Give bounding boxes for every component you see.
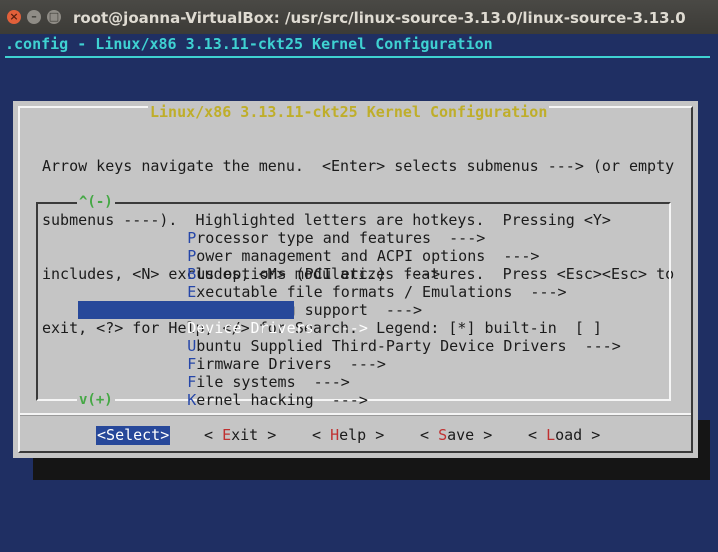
menu-item-bus-options[interactable]: Bus options (PCI etc.) ---> (78, 247, 668, 283)
minimize-window-icon[interactable]: – (27, 10, 41, 24)
terminal-area[interactable]: .config - Linux/x86 3.13.11-ckt25 Kernel… (0, 34, 718, 480)
button-bracket: > (582, 426, 601, 444)
button-label: ave (447, 426, 475, 444)
button-label: oad (555, 426, 583, 444)
header-rule (5, 56, 710, 58)
close-window-icon[interactable]: × (7, 10, 21, 24)
menu-item-firmware-drivers[interactable]: Firmware Drivers ---> (78, 337, 668, 373)
menu-item-kernel-hacking[interactable]: Kernel hacking ---> (78, 373, 668, 409)
menu-item-hotkey: K (187, 391, 197, 409)
menu-item-power-management[interactable]: Power management and ACPI options ---> (78, 229, 668, 265)
button-hotkey: S (438, 426, 448, 444)
button-bracket: > (160, 426, 170, 444)
button-hotkey: H (330, 426, 340, 444)
menu-item-networking-support[interactable]: -*-NeNetworking support ---> (78, 283, 668, 319)
help-line: Arrow keys navigate the menu. <Enter> se… (42, 157, 675, 175)
config-header: .config - Linux/x86 3.13.11-ckt25 Kernel… (5, 35, 493, 53)
menu-list: Processor type and features ---> Power m… (78, 211, 668, 409)
button-bracket: < (528, 426, 547, 444)
button-hotkey: S (106, 426, 116, 444)
exit-button[interactable]: < Exit > (204, 426, 276, 445)
button-hotkey: L (546, 426, 556, 444)
maximize-window-icon[interactable]: □ (47, 10, 61, 24)
load-button[interactable]: < Load > (528, 426, 600, 445)
button-row: <Select> < Exit > < Help > < Save > < Lo… (96, 426, 600, 552)
button-bracket: < (420, 426, 439, 444)
menu-item-file-systems[interactable]: File systems ---> (78, 355, 668, 391)
button-bracket: < (97, 426, 107, 444)
help-button[interactable]: < Help > (312, 426, 384, 445)
button-label: elp (339, 426, 367, 444)
window-titlebar: × – □ root@joanna-VirtualBox: /usr/src/l… (0, 0, 718, 34)
menu-item-label: ernel hacking ---> (196, 391, 368, 409)
menu-item-device-drivers[interactable]: Device Drivers ---> (78, 301, 368, 337)
dialog-title: Linux/x86 3.13.11-ckt25 Kernel Configura… (148, 103, 550, 121)
scroll-up-indicator: ^(-) (77, 194, 115, 210)
button-separator-shade (20, 415, 691, 416)
button-bracket: < (204, 426, 223, 444)
menu-item-executable-formats[interactable]: Executable file formats / Emulations ---… (78, 265, 668, 301)
button-label: elect (115, 426, 161, 444)
button-hotkey: E (222, 426, 232, 444)
button-label: xit (231, 426, 259, 444)
menu-item-ubuntu-drivers[interactable]: Ubuntu Supplied Third-Party Device Drive… (78, 319, 668, 355)
save-button[interactable]: < Save > (420, 426, 492, 445)
button-bracket: > (366, 426, 385, 444)
window-title: root@joanna-VirtualBox: /usr/src/linux-s… (73, 9, 686, 27)
button-bracket: > (258, 426, 277, 444)
menu-item-processor-type[interactable]: Processor type and features ---> (78, 211, 668, 247)
button-bracket: > (474, 426, 493, 444)
select-button[interactable]: <Select> (96, 426, 171, 445)
button-bracket: < (312, 426, 331, 444)
kconfig-dialog: Linux/x86 3.13.11-ckt25 Kernel Configura… (13, 101, 698, 458)
